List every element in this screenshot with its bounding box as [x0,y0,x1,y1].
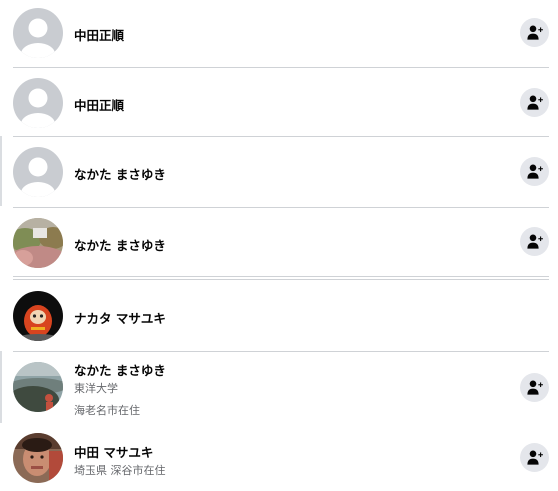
add-friend-icon [527,164,543,179]
add-friend-icon [527,450,543,465]
list-item[interactable]: なかた まさゆき [0,208,558,276]
add-friend-button[interactable] [520,88,549,117]
add-friend-icon [527,95,543,110]
person-name[interactable]: ナカタ マサユキ [74,308,166,327]
person-location: 海老名市在住 [74,404,140,417]
divider [13,276,549,277]
add-friend-icon [527,380,543,395]
person-school: 東洋大学 [74,382,118,395]
add-friend-button[interactable] [520,443,549,472]
daruma-photo[interactable] [13,291,63,341]
person-name[interactable]: 中田 マサユキ [74,442,153,461]
rocky-shore-photo[interactable] [13,362,63,412]
list-item[interactable]: なかた まさゆき [0,137,558,207]
list-item[interactable]: なかた まさゆき 東洋大学 海老名市在住 [0,352,558,424]
person-name[interactable]: 中田正順 [74,25,124,44]
person-name[interactable]: なかた まさゆき [74,235,166,254]
person-location: 埼玉県 深谷市在住 [74,464,166,477]
default-avatar-icon[interactable] [13,8,63,58]
add-friend-button[interactable] [520,373,549,402]
add-friend-button[interactable] [520,157,549,186]
list-item[interactable]: 中田正順 [0,68,558,135]
add-friend-icon [527,234,543,249]
landscape-photo[interactable] [13,218,63,268]
default-avatar-icon[interactable] [13,78,63,128]
add-friend-button[interactable] [520,227,549,256]
add-friend-icon [527,25,543,40]
list-item[interactable]: 中田正順 [0,0,558,66]
list-item[interactable]: ナカタ マサユキ [0,280,558,351]
default-avatar-icon[interactable] [13,147,63,197]
people-search-results: 中田正順 中田正順 なかた まさゆき なかた まさゆき ナカタ マサユキ なかた… [0,0,558,491]
person-name[interactable]: なかた まさゆき [74,360,166,379]
list-item[interactable]: 中田 マサユキ 埼玉県 深谷市在住 [0,424,558,491]
person-name[interactable]: なかた まさゆき [74,164,166,183]
face-photo[interactable] [13,433,63,483]
person-name[interactable]: 中田正順 [74,95,124,114]
add-friend-button[interactable] [520,18,549,47]
